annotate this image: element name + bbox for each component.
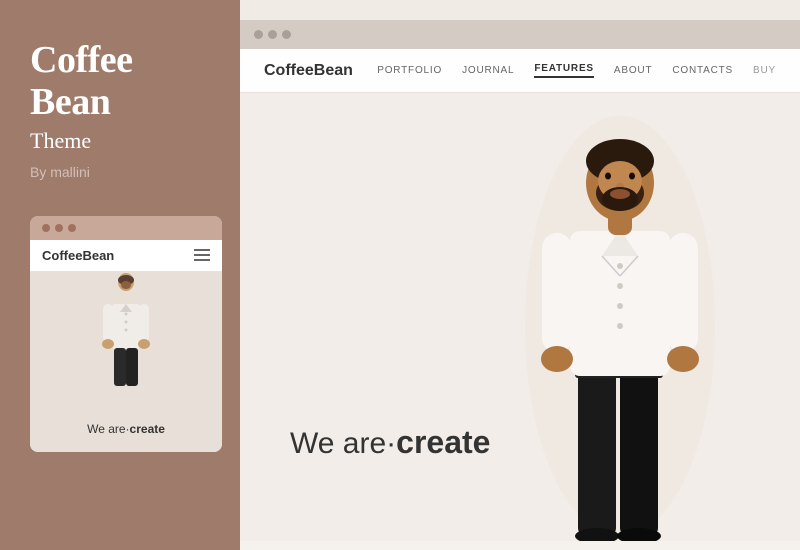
nav-journal[interactable]: JOURNAL bbox=[462, 65, 514, 76]
mobile-hero-regular-text: We are· bbox=[87, 422, 129, 436]
nav-about[interactable]: ABOUT bbox=[614, 65, 652, 76]
hero-regular-text: We are· bbox=[290, 427, 396, 460]
desktop-logo: CoffeeBean bbox=[264, 62, 353, 80]
mobile-hero-bold-text: create bbox=[130, 422, 165, 436]
desktop-hero: We are·create bbox=[240, 93, 800, 541]
mobile-navbar: CoffeeBean bbox=[30, 240, 222, 272]
title-line1: Coffee bbox=[30, 39, 132, 81]
browser-dot-2 bbox=[268, 30, 277, 39]
desktop-logo-bold: Bean bbox=[314, 62, 353, 79]
mobile-hamburger-icon[interactable] bbox=[194, 249, 210, 261]
mobile-dot-3 bbox=[68, 224, 76, 232]
mobile-preview-card: CoffeeBean bbox=[30, 216, 222, 452]
theme-subtitle: Theme bbox=[30, 128, 210, 154]
nav-features[interactable]: FEATURES bbox=[534, 63, 594, 78]
hero-text: We are·create bbox=[290, 424, 490, 461]
browser-dot-3 bbox=[282, 30, 291, 39]
mobile-dot-1 bbox=[42, 224, 50, 232]
nav-buy[interactable]: BUY bbox=[753, 65, 776, 76]
mobile-logo-regular: Coffee bbox=[42, 248, 82, 263]
left-panel: Coffee Bean Theme By mallini CoffeeBean bbox=[0, 0, 240, 550]
desktop-browser: CoffeeBean PORTFOLIO JOURNAL FEATURES AB… bbox=[240, 20, 800, 550]
desktop-navigation: PORTFOLIO JOURNAL FEATURES ABOUT CONTACT… bbox=[377, 63, 776, 78]
hero-bold-text: create bbox=[396, 424, 490, 460]
theme-author: By mallini bbox=[30, 164, 210, 180]
mobile-logo: CoffeeBean bbox=[42, 248, 114, 263]
theme-title: Coffee Bean bbox=[30, 40, 210, 124]
mobile-hero-image bbox=[96, 272, 156, 387]
nav-contacts[interactable]: CONTACTS bbox=[672, 65, 733, 76]
mobile-logo-bold: Bean bbox=[82, 248, 114, 263]
desktop-logo-regular: Coffee bbox=[264, 62, 314, 79]
browser-dot-1 bbox=[254, 30, 263, 39]
desktop-browser-bar bbox=[240, 20, 800, 49]
title-line2: Bean bbox=[30, 81, 110, 123]
mobile-hero-text: We are·create bbox=[30, 422, 222, 436]
desktop-navbar: CoffeeBean PORTFOLIO JOURNAL FEATURES AB… bbox=[240, 49, 800, 93]
desktop-hero-image bbox=[520, 111, 720, 541]
mobile-browser-bar bbox=[30, 216, 222, 240]
nav-portfolio[interactable]: PORTFOLIO bbox=[377, 65, 442, 76]
right-panel: CoffeeBean PORTFOLIO JOURNAL FEATURES AB… bbox=[240, 0, 800, 550]
mobile-hero: We are·create bbox=[30, 272, 222, 452]
mobile-dot-2 bbox=[55, 224, 63, 232]
